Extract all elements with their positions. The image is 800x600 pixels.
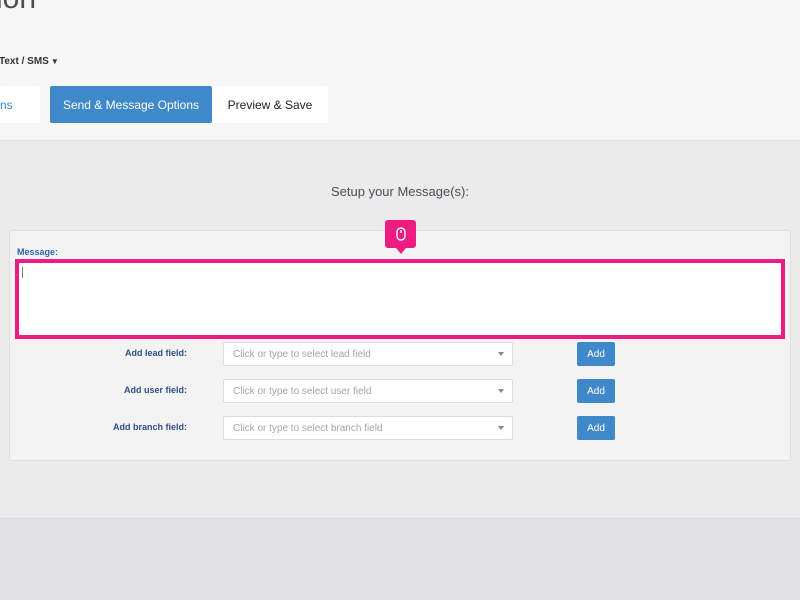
tab-preview-save[interactable]: Preview & Save [212, 86, 328, 123]
chevron-down-icon [498, 352, 504, 356]
branch-field-placeholder: Click or type to select branch field [233, 422, 383, 434]
message-label: Message: [17, 247, 59, 257]
message-type-select[interactable]: Text / SMS ▼ [0, 56, 59, 67]
tab-preview-save-label: Preview & Save [227, 97, 313, 112]
tab-previous-label: ns [0, 97, 13, 112]
user-field-placeholder: Click or type to select user field [233, 385, 372, 397]
tab-send-message-options[interactable]: Send & Message Options [50, 86, 212, 123]
chevron-down-icon: ▼ [50, 57, 59, 66]
add-user-field-button[interactable]: Add [577, 379, 615, 403]
lead-field-placeholder: Click or type to select lead field [233, 348, 371, 360]
message-textarea[interactable] [15, 259, 785, 339]
lead-field-label: Add lead field: [124, 348, 187, 358]
chevron-down-icon [498, 389, 504, 393]
text-cursor [22, 267, 23, 278]
footer-area [0, 518, 800, 600]
mouse-icon [385, 220, 416, 254]
tab-previous-step[interactable]: ns [0, 86, 40, 123]
chevron-down-icon [498, 426, 504, 430]
branch-field-label: Add branch field: [113, 422, 187, 432]
branch-field-select[interactable]: Click or type to select branch field [223, 416, 513, 440]
lead-field-select[interactable]: Click or type to select lead field [223, 342, 513, 366]
user-field-select[interactable]: Click or type to select user field [223, 379, 513, 403]
add-lead-field-button[interactable]: Add [577, 342, 615, 366]
add-branch-field-button[interactable]: Add [577, 416, 615, 440]
page-title: ion [0, 0, 36, 16]
setup-title: Setup your Message(s): [330, 184, 469, 199]
user-field-label: Add user field: [123, 385, 187, 395]
tab-send-message-label: Send & Message Options [62, 97, 200, 112]
message-type-value: Text / SMS [0, 56, 49, 67]
